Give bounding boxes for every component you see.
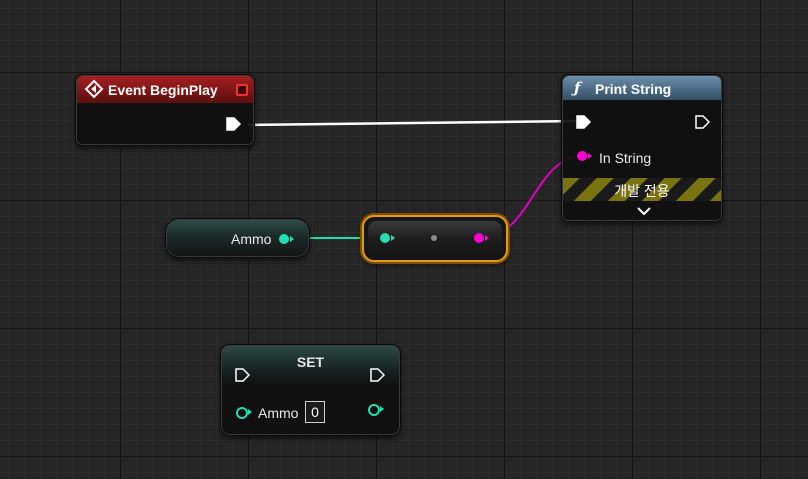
exec-in-pin-icon[interactable]	[576, 115, 592, 131]
exec-wire[interactable]	[247, 119, 579, 127]
event-node-title: Event BeginPlay	[108, 82, 218, 98]
int-to-string-conversion-node[interactable]	[362, 215, 508, 262]
integer-in-pin-arrow-icon	[248, 409, 252, 415]
integer-out-pin-arrow-icon	[290, 236, 294, 242]
exec-out-pin-icon[interactable]	[370, 368, 386, 384]
delegate-pin-icon[interactable]	[236, 84, 248, 96]
string-out-pin-icon[interactable]	[474, 233, 484, 243]
ammo-variable-getter-node[interactable]: Ammo	[165, 218, 310, 258]
string-in-pin-arrow-icon	[588, 153, 592, 159]
ammo-value-input[interactable]: 0	[305, 401, 325, 423]
integer-out-pin-arrow-icon	[380, 406, 384, 412]
set-ammo-pin-label: Ammo	[258, 405, 299, 421]
conversion-dot-icon	[431, 235, 437, 241]
exec-out-pin-icon[interactable]	[695, 115, 711, 131]
string-in-pin-icon[interactable]	[577, 151, 587, 161]
development-only-label: 개발 전용	[614, 183, 670, 199]
print-string-node[interactable]: ƒ Print String In String 개발 전용	[561, 74, 723, 222]
integer-in-pin-icon[interactable]	[236, 407, 248, 419]
event-diamond-icon	[84, 79, 104, 99]
exec-out-pin-icon[interactable]	[226, 117, 242, 133]
function-icon: ƒ	[574, 79, 581, 97]
function-node-title: Print String	[595, 81, 672, 97]
function-node-header: ƒ Print String	[563, 76, 721, 100]
event-node-header: Event BeginPlay	[77, 76, 253, 103]
exec-in-pin-icon[interactable]	[235, 368, 251, 384]
development-only-banner: 개발 전용	[563, 178, 721, 201]
string-out-pin-arrow-icon	[485, 235, 489, 241]
event-begin-play-node[interactable]: Event BeginPlay	[75, 74, 255, 146]
integer-out-pin-icon[interactable]	[368, 404, 380, 416]
set-ammo-node[interactable]: SET Ammo 0	[220, 344, 401, 436]
chevron-down-icon[interactable]	[637, 206, 651, 216]
in-string-label: In String	[599, 150, 652, 166]
integer-out-pin-icon[interactable]	[279, 234, 289, 244]
ammo-getter-label: Ammo	[231, 231, 272, 247]
integer-in-pin-arrow-icon	[391, 235, 395, 241]
integer-in-pin-icon[interactable]	[380, 233, 390, 243]
